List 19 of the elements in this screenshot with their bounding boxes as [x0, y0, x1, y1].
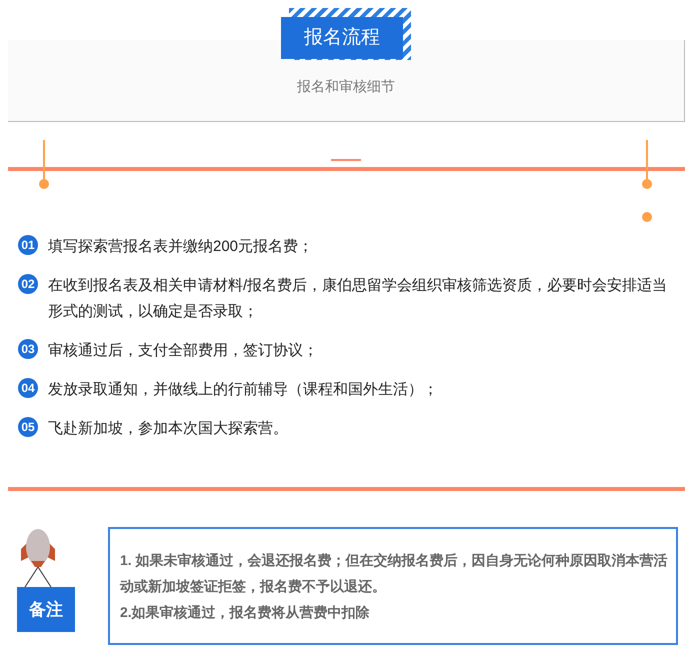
- step-text: 审核通过后，支付全部费用，签订协议；: [48, 341, 318, 361]
- step-text: 飞赴新加坡，参加本次国大探索营。: [48, 419, 288, 439]
- subtitle: 报名和审核细节: [297, 77, 395, 96]
- step-number: 03: [18, 339, 38, 359]
- note-text: 2.如果审核通过，报名费将从营费中扣除: [120, 603, 371, 622]
- section-title: 报名流程: [281, 17, 403, 59]
- step-number: 04: [18, 378, 38, 398]
- step-text: 在收到报名表及相关申请材料/报名费后，康伯思留学会组织审核筛选资质，必要时会安排适当形式的测试，以确定是否录取；: [48, 276, 668, 322]
- note-label: 备注: [17, 587, 75, 632]
- step-number: 02: [18, 274, 38, 294]
- step-text: 填写探索营报名表并缴纳200元报名费；: [48, 237, 314, 257]
- dot-icon: [642, 212, 652, 222]
- step-number: 01: [18, 235, 38, 255]
- step-number: 05: [18, 417, 38, 437]
- pin-drawing: [39, 140, 49, 190]
- center-dash: [331, 159, 361, 161]
- step-text: 发放录取通知，并做线上的行前辅导（课程和国外生活）；: [48, 380, 438, 400]
- note-text: 1. 如果未审核通过，会退还报名费；但在交纳报名费后，因自身无论何种原因取消本营活动或新加坡签证拒签，报名费不予以退还。: [120, 551, 669, 596]
- pin-drawing: [642, 140, 652, 190]
